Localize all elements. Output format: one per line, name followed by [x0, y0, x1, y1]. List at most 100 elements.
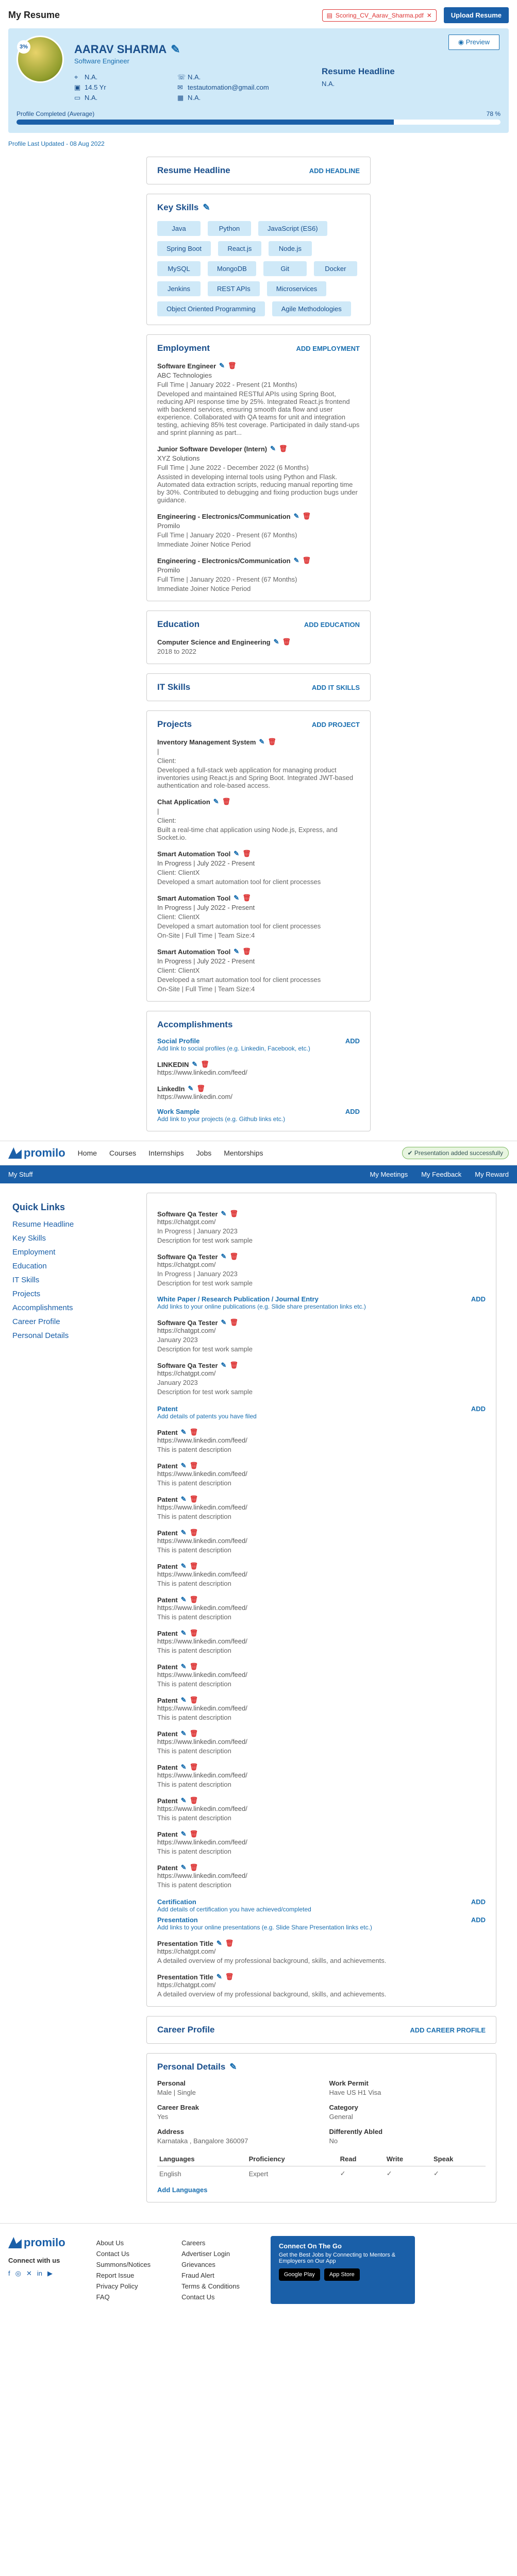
- add-education-button[interactable]: ADD EDUCATION: [304, 621, 360, 629]
- item-link[interactable]: https://www.linkedin.com/: [157, 1093, 232, 1100]
- item-link[interactable]: https://www.linkedin.com/feed/: [157, 1436, 247, 1444]
- delete-icon[interactable]: 🗑: [196, 1084, 205, 1093]
- delete-icon[interactable]: 🗑: [190, 1529, 198, 1537]
- item-link[interactable]: https://chatgpt.com/: [157, 1218, 215, 1226]
- upload-resume-button[interactable]: Upload Resume: [443, 7, 509, 23]
- footer-link[interactable]: Contact Us: [96, 2250, 151, 2258]
- edit-icon[interactable]: ✎: [181, 1797, 187, 1805]
- delete-icon[interactable]: 🗑: [190, 1629, 198, 1637]
- edit-icon[interactable]: ✎: [229, 2062, 237, 2072]
- quick-link[interactable]: Resume Headline: [12, 1220, 127, 1229]
- my-stuff-label[interactable]: My Stuff: [8, 1171, 32, 1178]
- edit-icon[interactable]: ✎: [181, 1696, 187, 1704]
- edit-icon[interactable]: ✎: [213, 798, 219, 806]
- edit-icon[interactable]: ✎: [188, 1084, 193, 1093]
- item-link[interactable]: https://www.linkedin.com/feed/: [157, 1671, 247, 1679]
- skill-chip[interactable]: REST APIs: [208, 281, 260, 296]
- edit-icon[interactable]: ✎: [181, 1562, 187, 1570]
- edit-icon[interactable]: ✎: [221, 1210, 227, 1218]
- edit-icon[interactable]: ✎: [294, 556, 299, 565]
- delete-icon[interactable]: 🗑: [225, 1973, 234, 1981]
- twitter-icon[interactable]: ✕: [26, 2269, 32, 2278]
- delete-icon[interactable]: 🗑: [190, 1696, 198, 1704]
- skill-chip[interactable]: Agile Methodologies: [272, 301, 351, 316]
- edit-icon[interactable]: ✎: [219, 362, 225, 370]
- edit-icon[interactable]: ✎: [221, 1361, 227, 1369]
- add-languages-link[interactable]: Add Languages: [157, 2186, 486, 2194]
- skill-chip[interactable]: Spring Boot: [157, 241, 211, 256]
- quick-link[interactable]: Employment: [12, 1248, 127, 1257]
- quick-link[interactable]: Accomplishments: [12, 1303, 127, 1312]
- add-patent-button[interactable]: ADD: [471, 1405, 486, 1413]
- edit-icon[interactable]: ✎: [181, 1462, 187, 1470]
- edit-icon[interactable]: ✎: [181, 1428, 187, 1436]
- delete-icon[interactable]: 🗑: [190, 1428, 198, 1436]
- item-link[interactable]: https://chatgpt.com/: [157, 1369, 215, 1377]
- delete-icon[interactable]: 🗑: [190, 1495, 198, 1503]
- nav-link[interactable]: Home: [78, 1149, 97, 1157]
- skill-chip[interactable]: Docker: [313, 261, 357, 276]
- facebook-icon[interactable]: f: [8, 2269, 10, 2278]
- delete-icon[interactable]: 🗑: [229, 1318, 238, 1327]
- item-link[interactable]: https://chatgpt.com/: [157, 1947, 215, 1955]
- footer-link[interactable]: Summons/Notices: [96, 2261, 151, 2268]
- edit-icon[interactable]: ✎: [270, 445, 276, 453]
- nav-link[interactable]: Mentorships: [224, 1149, 263, 1157]
- edit-icon[interactable]: ✎: [171, 43, 180, 56]
- delete-icon[interactable]: 🗑: [190, 1763, 198, 1771]
- item-link[interactable]: https://chatgpt.com/: [157, 1981, 215, 1989]
- delete-icon[interactable]: 🗑: [303, 512, 311, 520]
- skill-chip[interactable]: Microservices: [266, 281, 327, 296]
- delete-icon[interactable]: 🗑: [303, 556, 311, 565]
- add-headline-button[interactable]: ADD HEADLINE: [309, 167, 360, 175]
- footer-logo[interactable]: promilo: [8, 2236, 65, 2249]
- delete-icon[interactable]: 🗑: [229, 1361, 238, 1369]
- item-link[interactable]: https://www.linkedin.com/feed/: [157, 1838, 247, 1846]
- item-link[interactable]: https://www.linkedin.com/feed/: [157, 1738, 247, 1745]
- delete-icon[interactable]: 🗑: [190, 1730, 198, 1738]
- item-link[interactable]: https://www.linkedin.com/feed/: [157, 1570, 247, 1578]
- edit-icon[interactable]: ✎: [181, 1663, 187, 1671]
- footer-link[interactable]: Fraud Alert: [181, 2272, 240, 2279]
- edit-icon[interactable]: ✎: [216, 1973, 222, 1981]
- skill-chip[interactable]: Object Oriented Programming: [157, 301, 265, 316]
- delete-icon[interactable]: 🗑: [190, 1596, 198, 1604]
- edit-icon[interactable]: ✎: [181, 1763, 187, 1771]
- add-presentation-button[interactable]: ADD: [471, 1916, 486, 1924]
- add-certification-button[interactable]: ADD: [471, 1898, 486, 1906]
- edit-icon[interactable]: ✎: [181, 1863, 187, 1872]
- delete-icon[interactable]: 🗑: [190, 1462, 198, 1470]
- delete-icon[interactable]: 🗑: [229, 1210, 238, 1218]
- edit-icon[interactable]: ✎: [259, 738, 264, 746]
- item-link[interactable]: https://www.linkedin.com/feed/: [157, 1537, 247, 1545]
- delete-icon[interactable]: 🗑: [268, 738, 276, 746]
- footer-link[interactable]: About Us: [96, 2239, 151, 2247]
- quick-link[interactable]: Key Skills: [12, 1234, 127, 1243]
- item-link[interactable]: https://www.linkedin.com/feed/: [157, 1805, 247, 1812]
- delete-icon[interactable]: 🗑: [242, 947, 251, 956]
- google-play-button[interactable]: Google Play: [278, 2268, 320, 2281]
- footer-link[interactable]: FAQ: [96, 2293, 151, 2301]
- quick-link[interactable]: Projects: [12, 1290, 127, 1298]
- add-career-profile-button[interactable]: ADD CAREER PROFILE: [410, 2026, 486, 2034]
- edit-icon[interactable]: ✎: [234, 850, 239, 858]
- nav-link[interactable]: Courses: [109, 1149, 136, 1157]
- skill-chip[interactable]: Node.js: [268, 241, 312, 256]
- close-icon[interactable]: ✕: [427, 12, 432, 19]
- edit-icon[interactable]: ✎: [181, 1596, 187, 1604]
- edit-icon[interactable]: ✎: [294, 512, 299, 520]
- footer-link[interactable]: Advertiser Login: [181, 2250, 240, 2258]
- resume-file-chip[interactable]: ▤ Scoring_CV_Aarav_Sharma.pdf ✕: [322, 9, 437, 22]
- delete-icon[interactable]: 🗑: [279, 445, 288, 453]
- item-link[interactable]: https://www.linkedin.com/feed/: [157, 1771, 247, 1779]
- edit-icon[interactable]: ✎: [181, 1529, 187, 1537]
- quick-link[interactable]: Education: [12, 1262, 127, 1270]
- item-link[interactable]: https://www.linkedin.com/feed/: [157, 1604, 247, 1612]
- edit-icon[interactable]: ✎: [274, 638, 279, 646]
- add-project-button[interactable]: ADD PROJECT: [312, 721, 360, 728]
- skill-chip[interactable]: Java: [157, 221, 201, 236]
- youtube-icon[interactable]: ▶: [47, 2269, 53, 2278]
- skill-chip[interactable]: Git: [263, 261, 307, 276]
- delete-icon[interactable]: 🗑: [190, 1562, 198, 1570]
- item-link[interactable]: https://www.linkedin.com/feed/: [157, 1704, 247, 1712]
